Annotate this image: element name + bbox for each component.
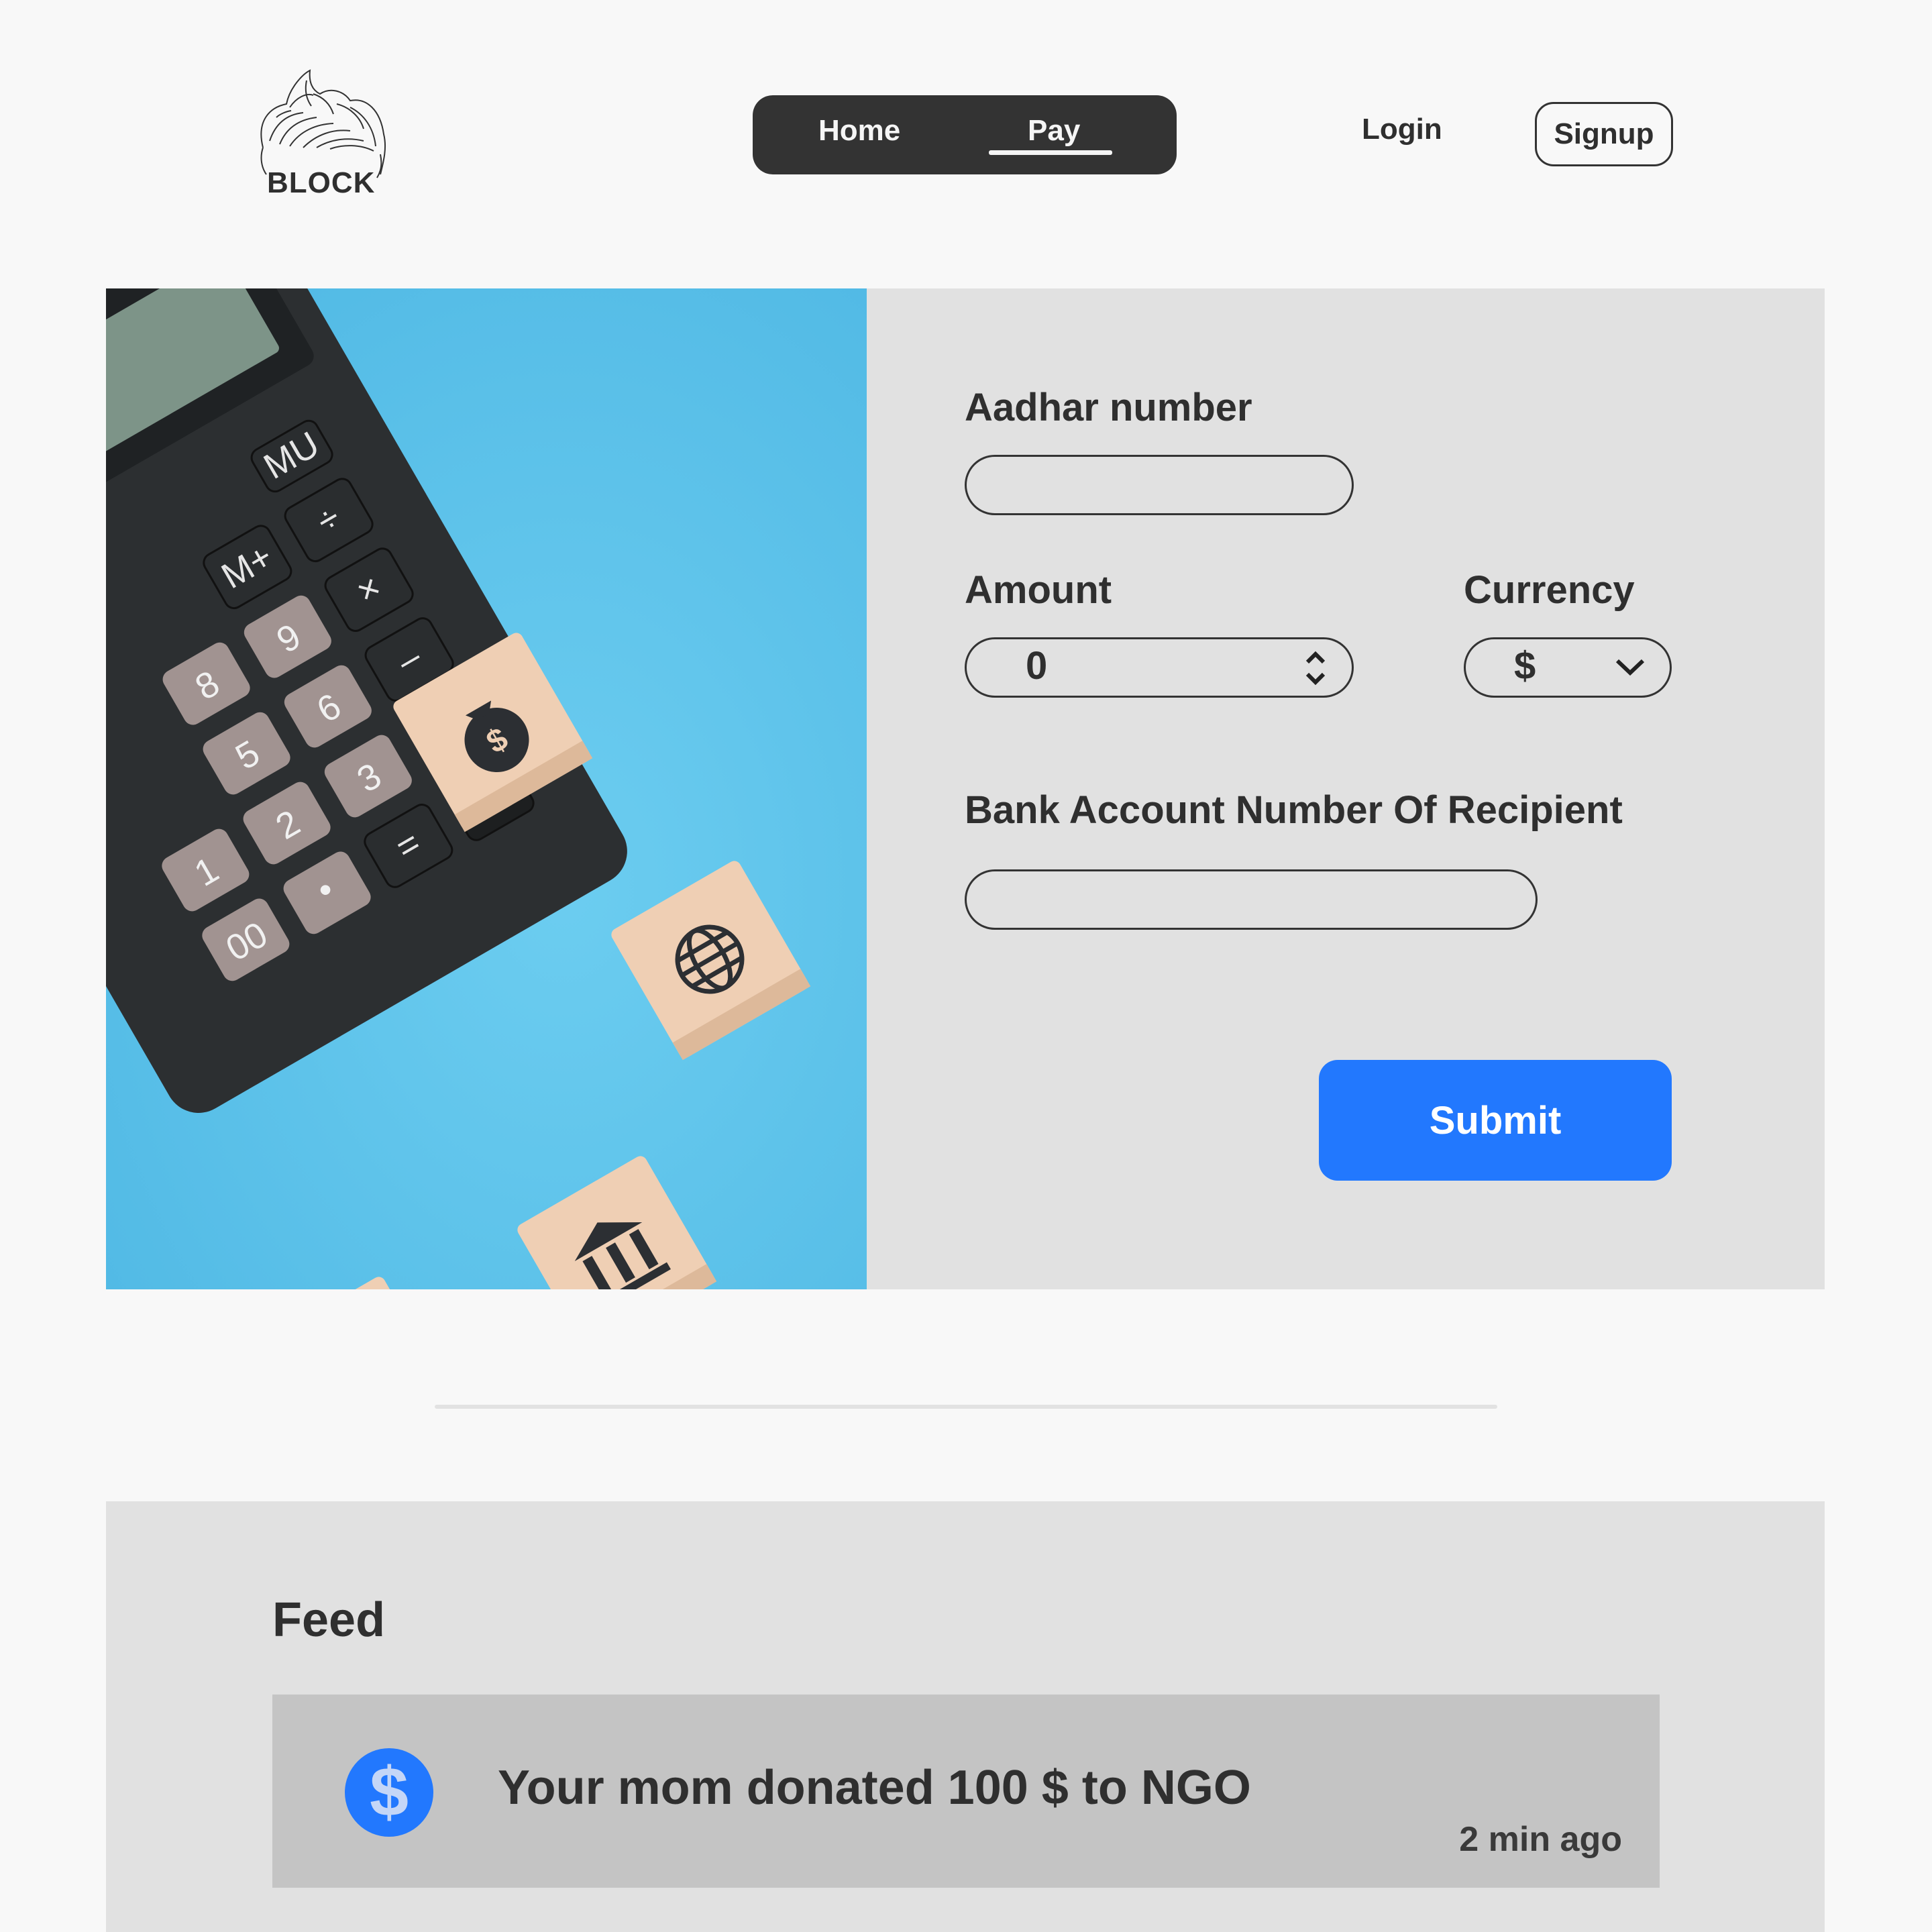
feed-item-text: Your mom donated 100 $ to NGO [498,1761,1251,1815]
nav-pay[interactable]: Pay [1028,114,1080,148]
logo[interactable]: BLOCK [250,67,397,201]
login-link[interactable]: Login [1362,113,1442,146]
section-divider [435,1405,1497,1409]
currency-label: Currency [1464,568,1635,612]
aadhar-field[interactable] [965,455,1354,515]
stepper-icon[interactable] [1303,647,1328,689]
amount-value[interactable]: 0 [1026,643,1047,688]
feed-item-time: 2 min ago [1459,1820,1622,1859]
chevron-down-icon[interactable] [1615,657,1646,677]
currency-value[interactable]: $ [1514,643,1536,688]
currency-select[interactable]: $ [1464,637,1672,698]
payment-form: Aadhar number Amount 0 Currency $ Bank A… [867,288,1825,1289]
bank-account-field[interactable] [965,869,1538,930]
dollar-icon: $ [345,1748,433,1837]
submit-button[interactable]: Submit [1319,1060,1672,1181]
aadhar-input[interactable] [967,457,1352,513]
bank-account-label: Bank Account Number Of Recipient [965,788,1623,832]
aadhar-label: Aadhar number [965,386,1252,429]
feed-title: Feed [272,1593,386,1647]
active-tab-indicator [989,150,1112,155]
logo-text: BLOCK [267,166,376,199]
main-nav: Home Pay [753,95,1177,174]
signup-button[interactable]: Signup [1535,102,1673,166]
hero-image: MU ÷ M+ × 9 8 6 – 5 3 + [106,288,867,1289]
nav-home[interactable]: Home [818,114,900,148]
amount-label: Amount [965,568,1112,612]
bank-account-input[interactable] [967,871,1536,928]
feed-section: Feed $ Your mom donated 100 $ to NGO 2 m… [106,1501,1825,1932]
feed-item[interactable]: $ Your mom donated 100 $ to NGO 2 min ag… [272,1695,1660,1888]
logo-hair-icon [260,69,386,178]
amount-stepper[interactable]: 0 [965,637,1354,698]
